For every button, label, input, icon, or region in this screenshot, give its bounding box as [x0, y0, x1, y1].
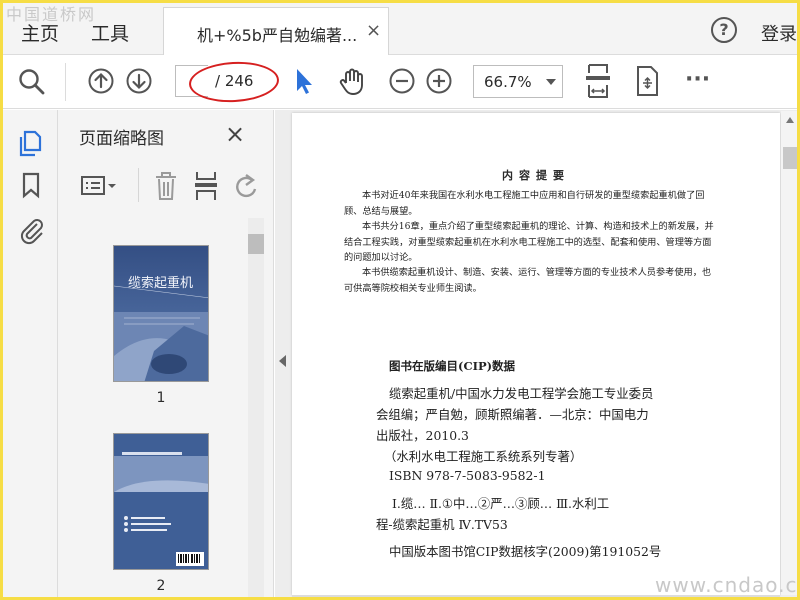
collapse-panel-icon[interactable] — [279, 355, 286, 367]
next-page-icon[interactable] — [125, 67, 153, 95]
document-scrollbar-thumb[interactable] — [783, 147, 797, 169]
insert-page-icon[interactable] — [192, 170, 220, 202]
chevron-down-icon — [546, 79, 556, 85]
cip-line: Ⅰ.缆… Ⅱ.①中…②严…③顾… Ⅲ.水利工 — [392, 496, 610, 511]
document-page: 内容提要 本书对近40年来我国在水利水电工程施工中应用和自行研发的重型缆索起重机… — [292, 113, 780, 595]
cip-line: 出版社，2010.3 — [376, 428, 469, 443]
tools-tab[interactable]: 工具 — [91, 19, 129, 46]
cip-line: ISBN 978-7-5083-9582-1 — [389, 468, 546, 483]
close-panel-icon[interactable]: × — [225, 120, 245, 148]
left-rail — [3, 110, 58, 597]
page-thumbnail-2[interactable] — [113, 433, 209, 570]
zoom-out-icon[interactable] — [388, 67, 416, 95]
panel-title: 页面缩略图 — [79, 129, 164, 149]
cip-line: （水利水电工程施工系统系列专著） — [384, 449, 583, 464]
help-icon[interactable]: ? — [711, 17, 737, 43]
cover-title: 缆索起重机 — [128, 276, 194, 291]
delete-page-icon[interactable] — [152, 170, 180, 202]
panel-scrollbar[interactable] — [248, 218, 264, 597]
login-button[interactable]: 登录 — [761, 20, 797, 46]
page-thumbnail-1[interactable]: 缆索起重机 — [113, 245, 209, 382]
search-icon[interactable] — [17, 67, 47, 97]
attachment-icon[interactable] — [17, 214, 45, 246]
bookmark-icon[interactable] — [17, 170, 45, 200]
cip-title: 图书在版编目(CIP)数据 — [389, 359, 516, 373]
thumbnail-list: 缆索起重机 1 2 — [58, 218, 248, 597]
thumbnail-label: 2 — [156, 578, 166, 594]
undo-icon[interactable] — [232, 172, 260, 202]
zoom-select[interactable]: 66.7% — [473, 65, 563, 98]
zoom-in-icon[interactable] — [425, 67, 453, 95]
toolbar-divider — [65, 63, 66, 101]
tab-bar: 主页 工具 机+%5b严自勉编著... × ? 登录 中国道桥网 — [3, 3, 797, 55]
summary-paragraph: 本书供缆索起重机设计、制造、安装、运行、管理等方面的专业技术人员参考使用，也可供… — [344, 267, 712, 294]
thumbnail-options-icon[interactable] — [80, 174, 120, 198]
scroll-up-icon[interactable] — [786, 117, 794, 123]
toolbar: / 246 66.7% ··· — [3, 55, 797, 109]
cip-line: 中国版本图书馆CIP数据核字(2009)第191052号 — [389, 544, 662, 559]
summary-paragraph: 本书对近40年来我国在水利水电工程施工中应用和自行研发的重型缆索起重机做了回顾、… — [344, 190, 705, 217]
zoom-value: 66.7% — [484, 73, 532, 91]
cip-line: 缆索起重机/中国水力发电工程学会施工专业委员 — [389, 386, 654, 401]
close-tab-icon[interactable]: × — [366, 20, 381, 41]
thumbnail-label: 1 — [156, 390, 166, 406]
cip-line: 会组编；严自勉，顾斯照编著．—北京：中国电力 — [376, 407, 649, 422]
thumbnails-panel: 页面缩略图 × 缆索起重机 1 2 — [58, 110, 274, 597]
document-scrollbar[interactable] — [781, 111, 797, 595]
fit-page-icon[interactable] — [583, 63, 613, 99]
panel-toolbar-divider — [138, 168, 139, 202]
app-window: 主页 工具 机+%5b严自勉编著... × ? 登录 中国道桥网 / 246 6… — [0, 0, 800, 600]
more-icon[interactable]: ··· — [685, 67, 710, 92]
summary-paragraph: 本书共分16章，重点介绍了重型缆索起重机的理论、计算、构造和技术上的新发展，并结… — [344, 221, 714, 263]
back-cover-image — [114, 434, 208, 569]
prev-page-icon[interactable] — [87, 67, 115, 95]
hand-tool-icon[interactable] — [337, 67, 367, 97]
document-tab-title: 机+%5b严自勉编著... — [197, 26, 358, 45]
watermark-bottom: www.cndao.com — [655, 573, 798, 597]
panel-scrollbar-thumb[interactable] — [248, 234, 264, 254]
rotate-icon[interactable] — [633, 65, 661, 97]
select-cursor-icon[interactable] — [293, 67, 315, 95]
thumbnails-icon[interactable] — [17, 128, 45, 158]
cip-line: 程-缆索起重机 Ⅳ.TV53 — [376, 517, 508, 532]
watermark-top: 中国道桥网 — [6, 5, 97, 24]
document-tab[interactable]: 机+%5b严自勉编著... × — [163, 7, 389, 55]
summary-title: 内容提要 — [502, 169, 570, 182]
cover-image — [114, 246, 208, 381]
